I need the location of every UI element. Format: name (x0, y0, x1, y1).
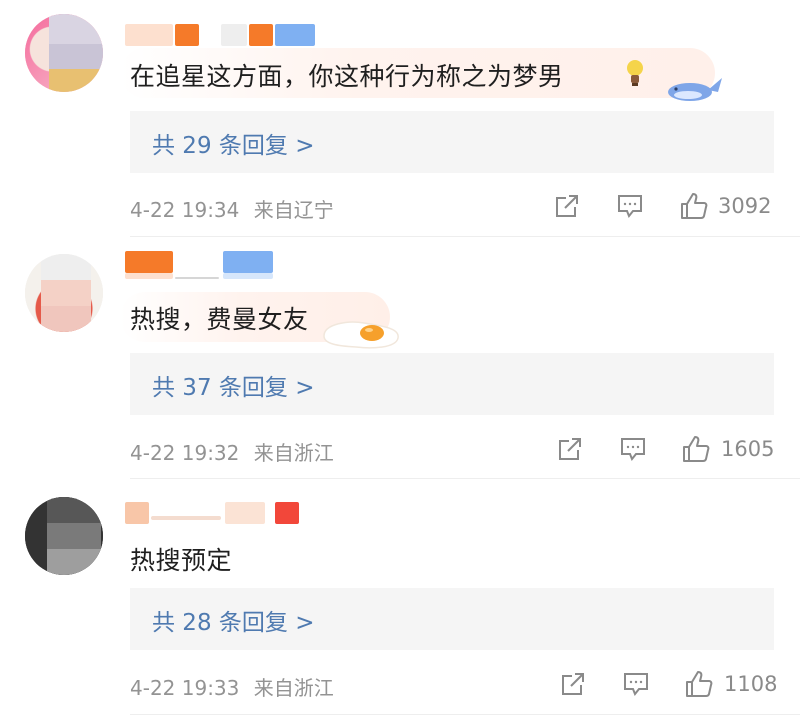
replies-panel[interactable]: 共 28 条回复 > (130, 588, 774, 650)
comment-meta: 4-22 19:33 来自浙江 (130, 672, 334, 701)
view-replies-link[interactable]: 共 37 条回复 > (152, 368, 314, 402)
whale-sticker-icon (664, 66, 724, 106)
share-icon[interactable] (560, 671, 586, 697)
timestamp: 4-22 19:33 (130, 676, 240, 700)
like-count: 3092 (718, 194, 772, 218)
like-count: 1605 (721, 437, 775, 461)
share-icon[interactable] (554, 193, 580, 219)
fried-egg-sticker-icon (318, 314, 404, 352)
like-count: 1108 (724, 672, 778, 696)
divider (130, 478, 800, 479)
replies-panel[interactable]: 共 29 条回复 > (130, 111, 774, 173)
timestamp: 4-22 19:32 (130, 441, 240, 465)
comment-text: 热搜预定 (130, 546, 233, 575)
comment-text: 热搜，费曼女友 (130, 305, 309, 334)
location: 来自辽宁 (253, 198, 334, 222)
replies-panel[interactable]: 共 37 条回复 > (130, 353, 774, 415)
comment-icon[interactable] (622, 671, 650, 697)
bulb-emoji-icon (622, 58, 648, 88)
comment-meta: 4-22 19:34 来自辽宁 (130, 194, 334, 223)
share-icon[interactable] (557, 436, 583, 462)
comment-meta: 4-22 19:32 来自浙江 (130, 437, 334, 466)
like-icon[interactable] (681, 434, 711, 464)
avatar[interactable] (25, 497, 103, 575)
divider (130, 236, 800, 237)
timestamp: 4-22 19:34 (130, 198, 240, 222)
like-icon[interactable] (679, 191, 709, 221)
location: 来自浙江 (253, 441, 334, 465)
view-replies-link[interactable]: 共 28 条回复 > (152, 603, 314, 637)
like-icon[interactable] (684, 669, 714, 699)
comment-text: 在追星这方面，你这种行为称之为梦男 (130, 62, 564, 91)
divider (130, 714, 800, 715)
avatar[interactable] (25, 14, 103, 92)
avatar[interactable] (25, 254, 103, 332)
view-replies-link[interactable]: 共 29 条回复 > (152, 126, 314, 160)
comment-icon[interactable] (616, 193, 644, 219)
location: 来自浙江 (253, 676, 334, 700)
comment-icon[interactable] (619, 436, 647, 462)
